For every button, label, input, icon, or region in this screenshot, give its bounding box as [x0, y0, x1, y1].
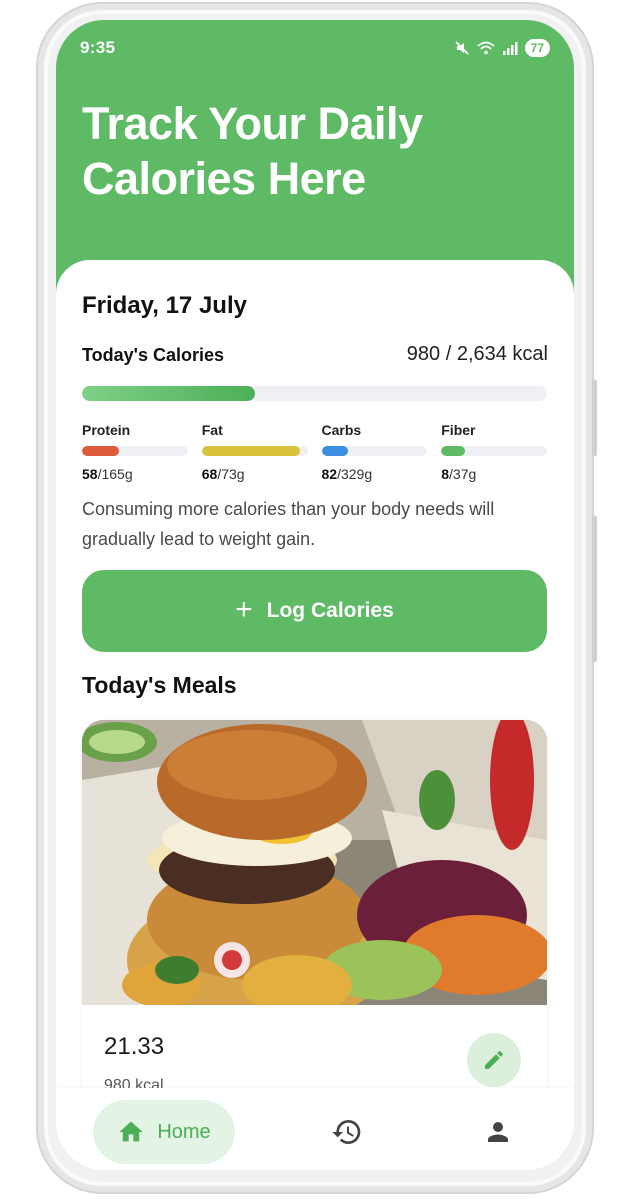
nav-history-tab[interactable]	[327, 1112, 367, 1152]
plus-icon: +	[235, 592, 253, 626]
log-calories-button[interactable]: + Log Calories	[82, 570, 547, 652]
macros-row: Protein 58/165g Fat 68/73g Carbs 82/329g…	[82, 422, 547, 482]
macro-bar	[321, 446, 428, 456]
macro-bar	[201, 446, 308, 456]
calories-progress-bar	[82, 386, 547, 401]
macro-value: 82/329g	[321, 466, 373, 482]
nav-profile-tab[interactable]	[478, 1112, 518, 1152]
macro-label: Protein	[82, 422, 131, 438]
macro-protein: Protein 58/165g	[82, 422, 188, 482]
macro-label: Fiber	[441, 422, 476, 438]
signal-icon	[502, 42, 518, 55]
person-icon	[488, 1122, 508, 1142]
calories-value: 980 / 2,634 kcal	[406, 343, 548, 365]
log-calories-label: Log Calories	[266, 599, 394, 622]
macro-fill	[201, 446, 301, 456]
macro-bar	[441, 446, 547, 456]
current-date: Friday, 17 July	[82, 292, 247, 319]
battery-icon: 77	[524, 39, 550, 57]
volume-button	[592, 380, 597, 456]
edit-meal-button[interactable]	[467, 1033, 521, 1087]
nav-home-label: Home	[157, 1120, 211, 1143]
pencil-icon	[485, 1050, 504, 1069]
meal-card[interactable]: 21.33 980 kcal	[82, 720, 547, 1140]
macro-value: 68/73g	[201, 466, 245, 482]
status-bar: 9:35 77	[80, 36, 550, 60]
macro-fiber: Fiber 8/37g	[441, 422, 547, 482]
meals-section-title: Today's Meals	[82, 672, 237, 698]
macro-label: Fat	[201, 422, 223, 438]
macro-fill	[82, 446, 119, 456]
app-screen: 9:35 77 Track Your Daily Calories Here F…	[56, 20, 574, 1170]
calorie-warning-text: Consuming more calories than your body n…	[82, 499, 495, 549]
macro-value: 58/165g	[82, 466, 133, 482]
power-button	[592, 516, 597, 662]
calories-progress-fill	[82, 386, 255, 401]
meal-name: 21.33	[104, 1033, 165, 1060]
history-icon	[332, 1120, 361, 1144]
page-title: Track Your Daily Calories Here	[82, 98, 423, 204]
home-icon	[119, 1121, 143, 1142]
status-icons: 77	[454, 39, 550, 57]
calories-label: Today's Calories	[82, 345, 224, 365]
mute-icon	[455, 41, 469, 55]
macro-value: 8/37g	[441, 466, 477, 482]
macro-fat: Fat 68/73g	[201, 422, 308, 482]
macro-bar	[82, 446, 188, 456]
macro-fill	[441, 446, 465, 456]
wifi-icon	[477, 41, 495, 55]
macro-fill	[321, 446, 348, 456]
bottom-nav: Home	[56, 1088, 574, 1170]
meal-photo	[82, 720, 547, 1005]
macro-label: Carbs	[321, 422, 362, 438]
nav-home-tab[interactable]: Home	[93, 1100, 235, 1164]
macro-carbs: Carbs 82/329g	[321, 422, 428, 482]
status-time: 9:35	[80, 38, 116, 57]
